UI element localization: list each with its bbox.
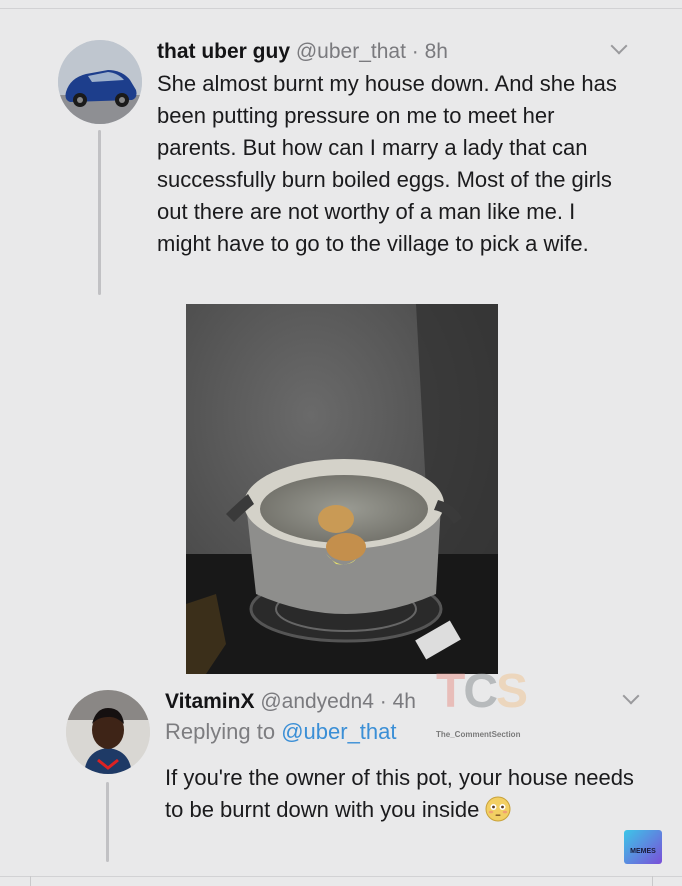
reply-text: If you're the owner of this pot, your ho… [165,762,635,826]
flushed-face-emoji-icon [485,796,511,822]
bottom-divider-tick [652,876,653,886]
reply-text-body: If you're the owner of this pot, your ho… [165,765,634,822]
author-handle[interactable]: @uber_that [296,40,406,63]
person-avatar-icon [66,690,150,774]
meta-separator: · [411,40,419,63]
author-avatar[interactable] [58,40,142,124]
burnt-pot-photo-icon [186,304,498,674]
tcs-watermark: TCS [436,664,528,719]
chevron-down-icon[interactable] [610,37,628,55]
author-name[interactable]: that uber guy [157,40,290,63]
tweet-header: that uber guy @uber_that · 8h [157,40,448,64]
memes-badge: MEMES [624,830,662,864]
watermark-s: S [496,665,528,718]
watermark-c: C [463,665,498,718]
reply-author-name[interactable]: VitaminX [165,690,254,713]
chevron-down-icon[interactable] [622,687,640,705]
meta-separator: · [379,690,387,713]
reply-header: VitaminX @andyedn4 · 4h [165,690,416,714]
thread-line [98,130,101,295]
watermark-caption: The_CommentSection [436,730,521,739]
memes-badge-label: MEMES [630,848,656,855]
tweet-photo[interactable] [186,304,498,674]
reply-author-handle[interactable]: @andyedn4 [260,690,374,713]
reply-time[interactable]: 4h [393,690,416,713]
car-avatar-icon [58,40,142,124]
tweet-time[interactable]: 8h [425,40,448,63]
reply-avatar[interactable] [66,690,150,774]
watermark-t: T [436,665,465,718]
tweet-text: She almost burnt my house down. And she … [157,71,617,256]
bottom-divider-tick [30,876,31,886]
top-divider [0,8,682,9]
replying-to-line: Replying to @uber_that [165,719,397,745]
thread-line [106,782,109,862]
bottom-divider [0,876,682,877]
mention-link[interactable]: @uber_that [281,719,396,744]
replying-prefix: Replying to [165,719,276,744]
